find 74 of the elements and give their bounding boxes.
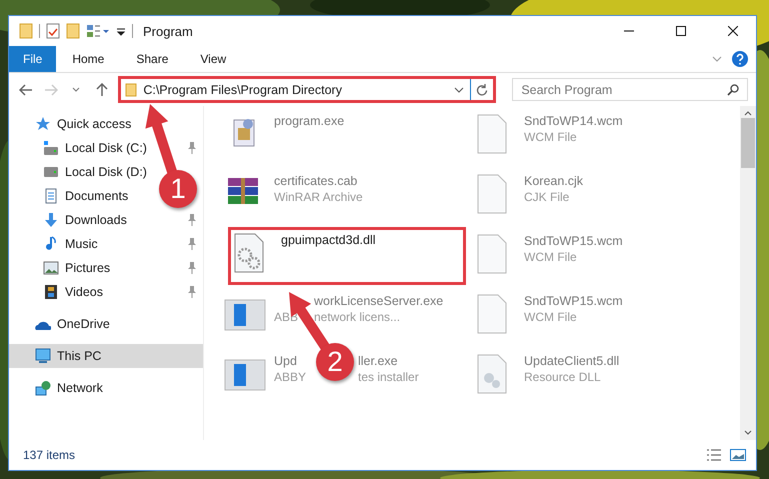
back-arrow-icon bbox=[18, 84, 33, 96]
music-icon bbox=[43, 236, 59, 252]
file-name: SndToWP15.wcm bbox=[524, 294, 623, 308]
view-dropdown-icon[interactable] bbox=[86, 23, 110, 39]
sidebar-item[interactable]: Videos bbox=[9, 280, 203, 304]
file-type: ABBY bbox=[274, 370, 306, 384]
sidebar-item[interactable]: Downloads bbox=[9, 208, 203, 232]
pin-icon bbox=[187, 262, 197, 274]
videos-icon bbox=[43, 284, 59, 300]
forward-arrow-icon bbox=[44, 84, 58, 96]
file-name: certificates.cab bbox=[274, 174, 358, 188]
search-icon[interactable] bbox=[726, 84, 739, 96]
file-name: program.exe bbox=[274, 114, 344, 128]
close-icon bbox=[728, 26, 738, 36]
maximize-icon bbox=[676, 26, 686, 36]
expand-ribbon-icon[interactable] bbox=[712, 55, 722, 63]
file-type: tes installer bbox=[358, 370, 419, 384]
pin-icon bbox=[187, 142, 197, 154]
folder-icon bbox=[125, 82, 138, 96]
file-type: WCM File bbox=[524, 130, 577, 144]
sidebar-item[interactable]: Quick access bbox=[9, 112, 136, 136]
sidebar-item[interactable]: Network bbox=[9, 376, 107, 400]
sidebar-item[interactable]: OneDrive bbox=[9, 312, 114, 336]
sidebar-item[interactable]: Music bbox=[9, 232, 203, 256]
documents-icon bbox=[43, 188, 59, 204]
help-icon[interactable] bbox=[732, 51, 748, 67]
scroll-down-icon[interactable] bbox=[744, 430, 752, 436]
scroll-up-icon[interactable] bbox=[744, 110, 752, 116]
network-icon bbox=[35, 380, 51, 396]
scrollbar[interactable] bbox=[740, 106, 756, 440]
scroll-thumb[interactable] bbox=[741, 118, 755, 168]
up-arrow-icon bbox=[96, 82, 108, 96]
file-name: SndToWP15.wcm bbox=[524, 234, 623, 248]
sidebar-item[interactable]: Pictures bbox=[9, 256, 203, 280]
ribbon-tab[interactable]: Share bbox=[120, 46, 184, 72]
file-type: WinRAR Archive bbox=[274, 190, 363, 204]
file-name: SndToWP14.wcm bbox=[524, 114, 623, 128]
pin-icon bbox=[187, 214, 197, 226]
file-type: network licens... bbox=[314, 310, 400, 324]
ribbon-tab[interactable]: Home bbox=[56, 46, 120, 72]
file-type: CJK File bbox=[524, 190, 570, 204]
file-type: Resource DLL bbox=[524, 370, 601, 384]
pc-icon bbox=[35, 348, 51, 364]
file-name: Korean.cjk bbox=[524, 174, 584, 188]
file-type: WCM File bbox=[524, 250, 577, 264]
dropdown-icon[interactable] bbox=[454, 86, 464, 94]
file-name: ller.exe bbox=[358, 354, 398, 368]
drive-c-icon bbox=[43, 140, 59, 156]
sidebar-item[interactable]: Local Disk (C:) bbox=[9, 136, 203, 160]
pin-icon bbox=[187, 238, 197, 250]
highlighted-file-item[interactable]: gpuimpactd3d.dll bbox=[228, 227, 466, 285]
details-view-icon[interactable] bbox=[706, 448, 722, 462]
refresh-icon bbox=[476, 84, 488, 96]
file-name: Upd bbox=[274, 354, 297, 368]
pin-icon bbox=[187, 286, 197, 298]
file-type: WCM File bbox=[524, 310, 577, 324]
file-name: workLicenseServer.exe bbox=[314, 294, 444, 308]
file-name: UpdateClient5.dll bbox=[524, 354, 620, 368]
star-icon bbox=[35, 116, 51, 132]
sidebar-item[interactable]: This PC bbox=[9, 344, 203, 368]
chevron-icon bbox=[72, 86, 80, 92]
pictures-icon bbox=[43, 260, 59, 276]
properties-icon[interactable] bbox=[46, 23, 60, 39]
sidebar-item[interactable]: Documents bbox=[9, 184, 132, 208]
file-menu-tab[interactable]: File bbox=[9, 46, 56, 72]
file-name: gpuimpactd3d.dll bbox=[281, 233, 376, 247]
item-count: 137 items bbox=[23, 448, 76, 462]
search-box[interactable]: Search Program bbox=[512, 78, 748, 101]
downloads-icon bbox=[43, 212, 59, 228]
window-title: Program bbox=[143, 24, 194, 38]
ribbon-tab[interactable]: View bbox=[184, 46, 242, 72]
sidebar-item[interactable]: Local Disk (D:) bbox=[9, 160, 151, 184]
large-icons-view-icon[interactable] bbox=[730, 448, 746, 462]
drive-icon bbox=[43, 164, 59, 180]
